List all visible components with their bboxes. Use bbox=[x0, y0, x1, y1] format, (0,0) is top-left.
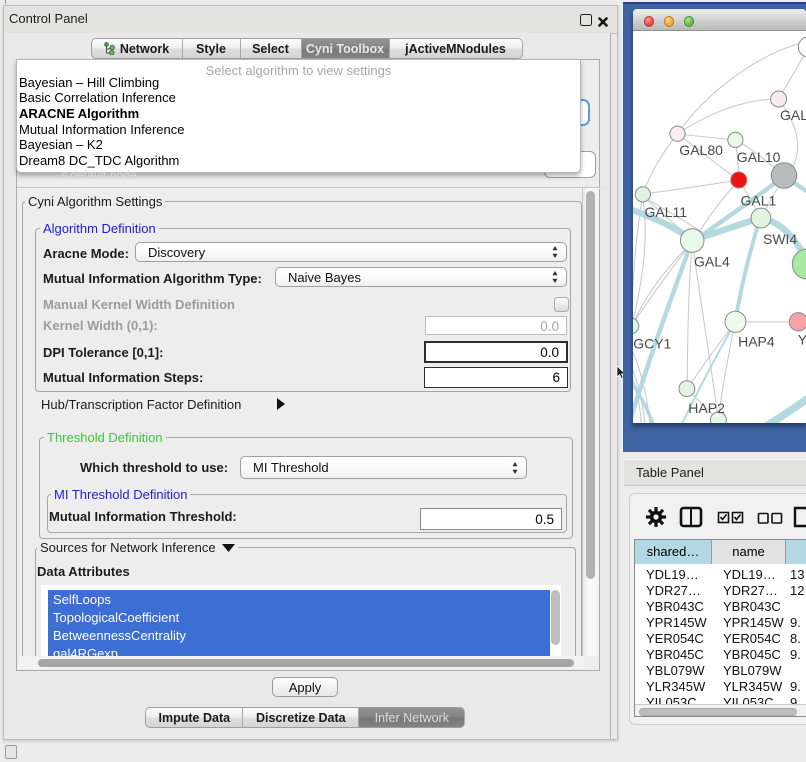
svg-text:HAP4: HAP4 bbox=[738, 334, 775, 350]
svg-text:GAL1: GAL1 bbox=[741, 193, 777, 209]
svg-text:Y: Y bbox=[798, 332, 806, 348]
svg-text:GAL11: GAL11 bbox=[645, 204, 688, 220]
svg-text:HAP2: HAP2 bbox=[688, 400, 725, 416]
svg-text:GAL10: GAL10 bbox=[737, 149, 781, 165]
svg-text:GCY1: GCY1 bbox=[633, 336, 671, 352]
svg-text:GAL80: GAL80 bbox=[679, 142, 723, 158]
svg-text:SWI4: SWI4 bbox=[763, 231, 797, 247]
svg-text:GAL4: GAL4 bbox=[694, 254, 730, 270]
svg-text:GAL: GAL bbox=[780, 107, 806, 123]
